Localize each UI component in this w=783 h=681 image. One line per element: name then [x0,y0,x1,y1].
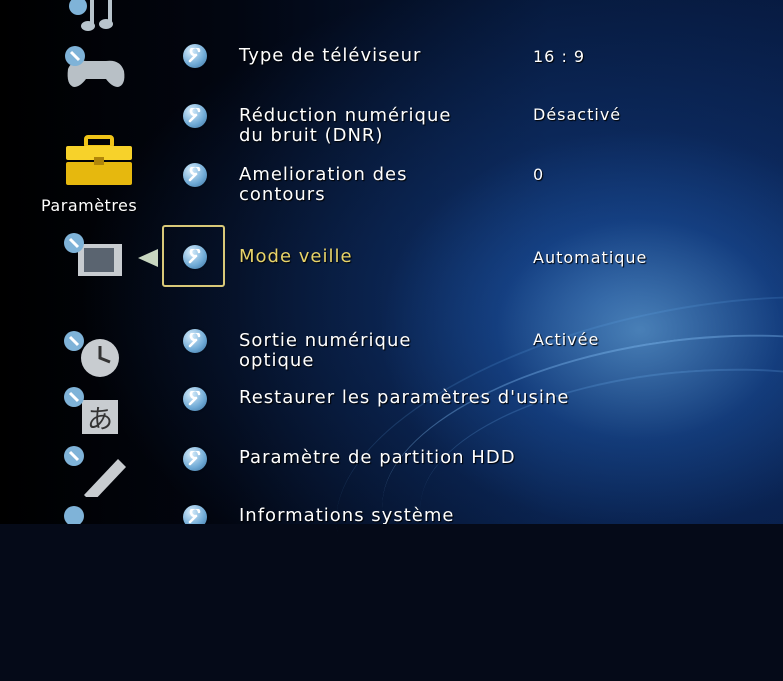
current-category-label: Paramètres [41,196,138,215]
display-settings-icon[interactable] [60,232,126,280]
wrench-icon [183,387,207,411]
wrench-icon [183,329,207,353]
wrench-icon [183,44,207,68]
selection-arrow [138,249,158,267]
wrench-icon [183,104,207,128]
setting-label: Restaurer les paramètres d'usine [239,387,570,408]
remote-settings-icon[interactable] [60,445,130,497]
setting-label: Informations système [239,505,455,525]
wrench-icon [183,245,207,269]
setting-label: Amelioration des contours [239,164,408,205]
svg-text:あ: あ [87,405,113,435]
setting-value: 16 : 9 [533,47,586,66]
setting-value: Automatique [533,248,648,267]
music-icon[interactable] [62,0,120,36]
wrench-icon [183,505,207,524]
setting-system-info[interactable]: Informations système [0,504,783,524]
setting-label: Mode veille [239,246,353,267]
wrench-icon [183,447,207,471]
setting-value: 0 [533,165,545,184]
language-settings-icon[interactable]: あ [60,386,126,436]
setting-label: Paramètre de partition HDD [239,447,516,468]
setting-value: Activée [533,330,600,349]
settings-toolbox-icon[interactable] [64,135,134,187]
clock-settings-icon[interactable] [60,330,126,378]
setting-label: Sortie numérique optique [239,330,412,371]
setting-label: Réduction numérique du bruit (DNR) [239,105,452,146]
setting-label: Type de téléviseur [239,45,422,66]
game-icon[interactable] [62,45,128,93]
wrench-icon [183,163,207,187]
setting-value: Désactivé [533,105,622,124]
